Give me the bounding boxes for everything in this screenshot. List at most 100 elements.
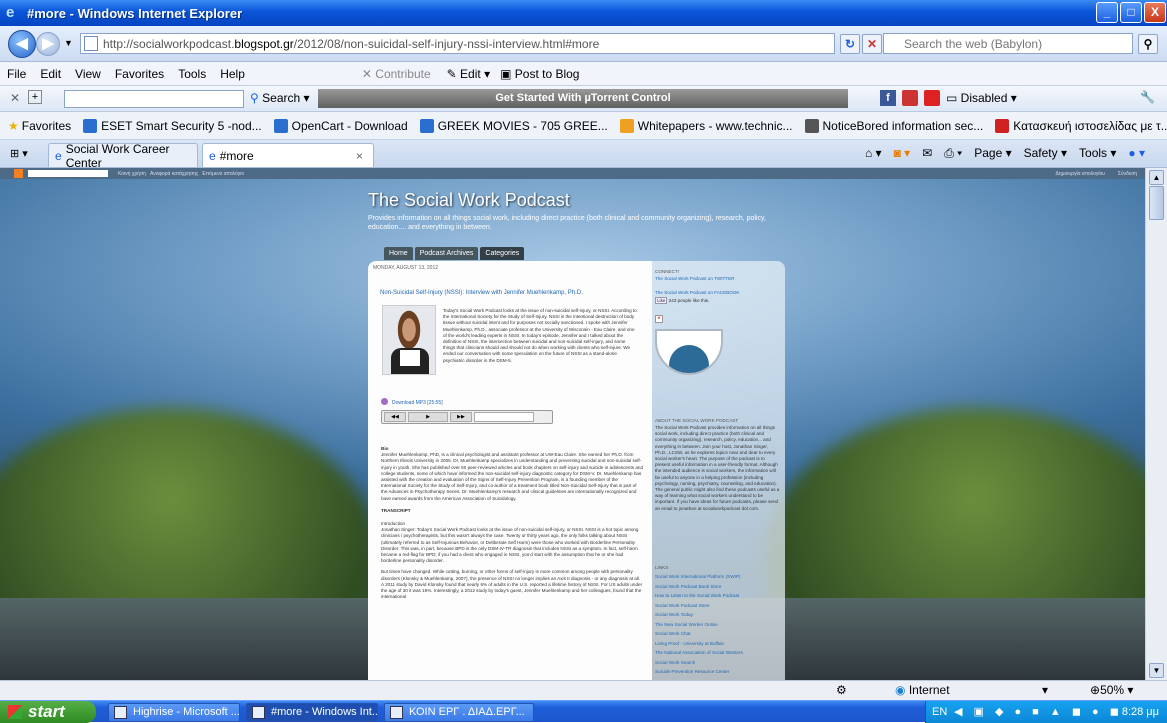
task-ie-more[interactable]: #more - Windows Int... (246, 703, 378, 722)
forward-button[interactable]: ▶ (36, 32, 60, 56)
blogger-share[interactable]: Κοινή χρήση (118, 171, 146, 177)
link-item[interactable]: Suicide Prevention Resource Center (655, 667, 780, 677)
edit-button[interactable]: ✎ Edit ▾ (447, 67, 490, 81)
tray-icons[interactable]: ◀ ▣ ◆ ● ■ ▲ ◼ ● ◼ (954, 701, 1123, 723)
fast-forward-icon[interactable]: ▶▶ (450, 412, 472, 422)
url-input[interactable]: http://socialworkpodcast. blogspot.gr/201… (80, 33, 835, 54)
blog-title[interactable]: The Social Work Podcast (368, 190, 570, 211)
refresh-icon[interactable]: ↻ (840, 34, 860, 54)
ce-icon[interactable] (924, 90, 940, 106)
link-item[interactable]: The National Association of Social Worke… (655, 648, 780, 658)
feeds-icon[interactable]: ◙ ▾ (894, 146, 911, 161)
utorrent-bar[interactable]: Get Started With µTorrent Control (318, 89, 848, 108)
toolbar-search-input[interactable] (64, 90, 244, 108)
blog-nav-archives[interactable]: Podcast Archives (414, 247, 479, 260)
menu-edit[interactable]: Edit (33, 67, 68, 81)
home-icon[interactable]: ⌂ ▾ (865, 146, 882, 161)
audio-player[interactable]: ◀◀ ▶ ▶▶ (381, 410, 553, 424)
stop-icon[interactable]: ✕ (862, 34, 882, 54)
blog-nav-categories[interactable]: Categories (480, 247, 525, 260)
menu-help[interactable]: Help (213, 67, 252, 81)
close-button[interactable]: X (1144, 2, 1166, 23)
post-title[interactable]: Non-Suicidal Self-Injury (NSSI): Intervi… (380, 290, 583, 296)
play-icon[interactable] (902, 90, 918, 106)
start-button[interactable]: start (0, 701, 96, 723)
menu-file[interactable]: File (0, 67, 33, 81)
search-input[interactable]: Search the web (Babylon) (883, 33, 1133, 54)
blogger-icon[interactable] (14, 169, 23, 178)
download-mp3-link[interactable]: Download MP3 [25:55] (381, 398, 443, 406)
fav-item[interactable]: GREEK MOVIES - 705 GREE... (419, 118, 608, 133)
minimize-button[interactable]: _ (1096, 2, 1118, 23)
blogger-search-input[interactable] (28, 170, 108, 177)
blogger-create[interactable]: Δημιουργία ιστολογίου (1056, 171, 1105, 177)
blogger-signin[interactable]: Σύνδεση (1118, 171, 1137, 177)
vertical-scrollbar[interactable]: ▲ ▼ (1145, 168, 1167, 680)
blogger-next[interactable]: Επόμενο ιστολόγιο (202, 171, 244, 177)
toolbar-close-icon[interactable]: ✕ (10, 91, 20, 105)
protected-mode-icon[interactable]: ⚙ (836, 683, 847, 697)
tab-more[interactable]: e #more × (202, 143, 374, 167)
print-icon[interactable]: ⎙ ▾ (944, 146, 962, 161)
play-button-icon[interactable]: ▶ (408, 412, 448, 422)
favorites-button[interactable]: ★ Favorites (8, 119, 71, 133)
zoom-level[interactable]: ⊕50% ▾ (1090, 683, 1133, 697)
toolbar-search-button[interactable]: ⚲ Search ▾ (250, 91, 310, 105)
facebook-icon[interactable]: f (880, 90, 896, 106)
facebook-link[interactable]: The Social Work Podcast on FACEBOOK (655, 290, 780, 296)
link-item[interactable]: Social Work Chat (655, 629, 780, 639)
menu-view[interactable]: View (68, 67, 108, 81)
language-indicator[interactable]: EN (932, 701, 947, 723)
tab-social-work-career[interactable]: e Social Work Career Center (48, 142, 198, 170)
maximize-button[interactable]: □ (1120, 2, 1142, 23)
fav-item[interactable]: Κατασκευή ιστοσελίδας με τ... (995, 118, 1167, 133)
youtube-icon (995, 118, 1010, 133)
twitter-link[interactable]: The Social Work Podcast on TWITTER (655, 276, 780, 282)
fav-label: Κατασκευή ιστοσελίδας με τ... (1013, 118, 1167, 133)
link-item[interactable]: Social Work International Platform (SWIP… (655, 572, 780, 582)
wrench-icon[interactable]: 🔧 (1140, 90, 1155, 104)
link-item[interactable]: How to Listen to the Social Work Podcast (655, 591, 780, 601)
scroll-up-icon[interactable]: ▲ (1149, 170, 1164, 185)
post-to-blog-button[interactable]: ▣ Post to Blog (500, 67, 579, 81)
favorites-center-icon[interactable]: ▾ (1042, 683, 1048, 697)
fav-item[interactable]: Whitepapers - www.technic... (619, 118, 793, 133)
tab-close-icon[interactable]: × (356, 149, 363, 163)
fav-item[interactable]: ESET Smart Security 5 -nod... (83, 118, 262, 133)
blog-nav-home[interactable]: Home (384, 247, 413, 260)
menu-tools[interactable]: Tools (171, 67, 213, 81)
link-item[interactable]: Living Proof - University at Buffalo (655, 639, 780, 649)
security-zone[interactable]: ◉ Internet (895, 683, 950, 697)
scroll-thumb[interactable] (1149, 186, 1164, 220)
task-koin-erg[interactable]: ΚΟΙΝ ΕΡΓ . ΔΙΑΔ.ΕΡΓ... (384, 703, 534, 722)
back-button[interactable]: ◀ (8, 30, 36, 58)
link-item[interactable]: The New Social Worker Online (655, 620, 780, 630)
scroll-down-icon[interactable]: ▼ (1149, 663, 1164, 678)
contribute-button[interactable]: ✕ Contribute (362, 67, 431, 81)
like-button[interactable]: Like (655, 297, 668, 305)
blogger-report[interactable]: Αναφορά κατάχρησης (150, 171, 198, 177)
link-item[interactable]: Social Work Search (655, 658, 780, 668)
help-icon[interactable]: ● ▾ (1128, 146, 1145, 161)
task-highrise[interactable]: Highrise - Microsoft ... (108, 703, 240, 722)
menu-favorites[interactable]: Favorites (108, 67, 171, 81)
facebook-like[interactable]: Like 243 people like this. (655, 297, 780, 305)
audio-progress[interactable] (474, 412, 534, 422)
rewind-icon[interactable]: ◀◀ (384, 412, 406, 422)
safety-menu[interactable]: Safety ▾ (1024, 146, 1067, 161)
mail-icon[interactable]: ✉ (922, 146, 932, 161)
toolbar-add-icon[interactable]: + (28, 90, 42, 104)
page-menu[interactable]: Page ▾ (974, 146, 1011, 161)
quick-tabs-icon[interactable]: ⊞ ▾ (10, 147, 28, 160)
search-go-icon[interactable]: ⚲ (1138, 34, 1158, 54)
fav-item[interactable]: NoticeBored information sec... (804, 118, 983, 133)
link-item[interactable]: Social Work Podcast Book Store (655, 582, 780, 592)
author-photo (382, 305, 436, 375)
tools-menu[interactable]: Tools ▾ (1079, 146, 1116, 161)
fav-item[interactable]: OpenCart - Download (273, 118, 408, 133)
popup-blocker[interactable]: ▭ Disabled ▾ (946, 91, 1017, 105)
history-dropdown-icon[interactable]: ▼ (64, 38, 73, 48)
ie-logo-icon: e (6, 4, 15, 21)
link-item[interactable]: Social Work Podcast Store (655, 601, 780, 611)
link-item[interactable]: Social Work Today (655, 610, 780, 620)
